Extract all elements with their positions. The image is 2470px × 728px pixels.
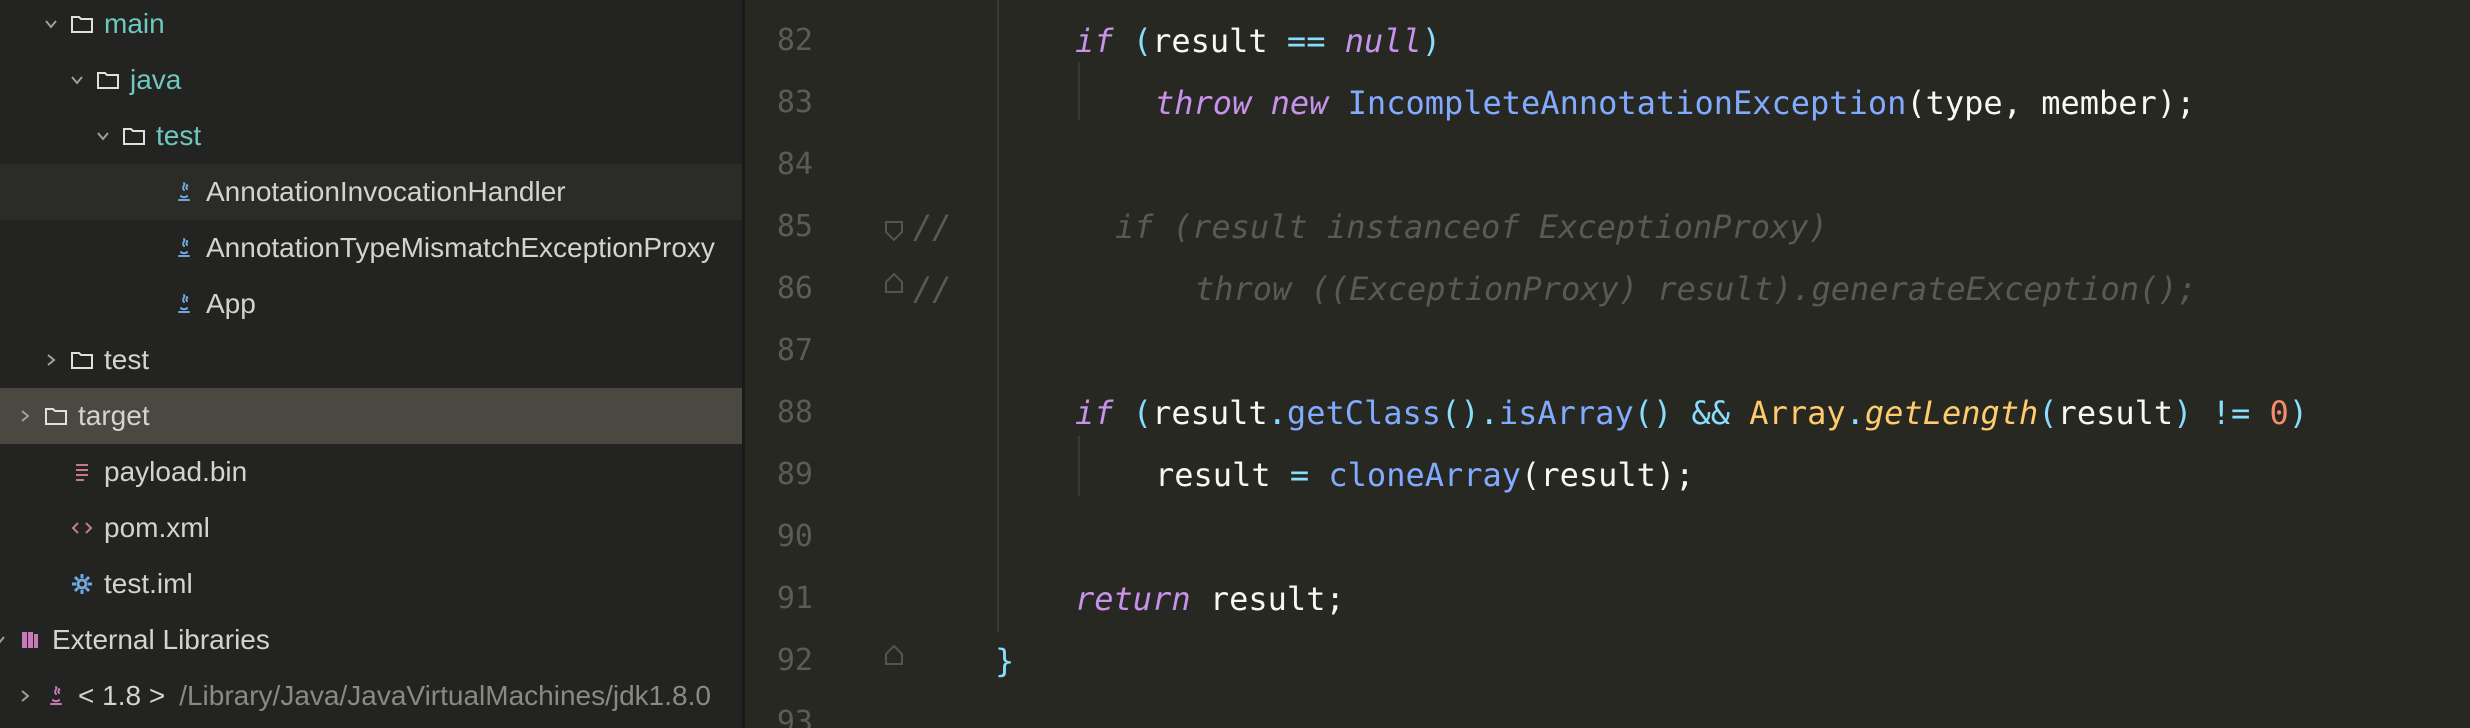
code-line-92: } [995, 642, 1015, 680]
tree-item-label: test.iml [104, 568, 193, 599]
indent-guide [997, 0, 999, 632]
line-number: 92 [776, 643, 813, 678]
code-line-83: throw new IncompleteAnnotationException(… [1155, 84, 2196, 122]
code-line-86: // [913, 270, 952, 308]
line-number: 83 [776, 85, 813, 120]
chevron-down-icon[interactable] [0, 612, 12, 668]
tree-item-label: pom.xml [104, 512, 210, 543]
java-class-icon [170, 164, 198, 220]
tree-item-label: AnnotationInvocationHandler [206, 176, 566, 207]
line-number: 84 [776, 147, 813, 182]
chevron-right-icon[interactable] [12, 668, 38, 724]
tree-item-label: target [78, 400, 150, 431]
tree-item-annotationtypemismatchexceptionproxy[interactable]: AnnotationTypeMismatchExceptionProxy [0, 220, 742, 276]
chevron-down-icon[interactable] [64, 52, 90, 108]
java-sdk-icon [42, 668, 70, 724]
tree-item-external-libraries[interactable]: External Libraries [0, 612, 742, 668]
fold-end-icon[interactable] [883, 644, 905, 666]
java-class-icon [170, 276, 198, 332]
line-number: 87 [776, 333, 813, 368]
line-number: 89 [776, 457, 813, 492]
tree-item-test[interactable]: test [0, 108, 742, 164]
fold-start-icon[interactable] [883, 220, 905, 242]
chevron-down-icon[interactable] [90, 108, 116, 164]
text-file-icon [68, 444, 96, 500]
java-class-icon [170, 220, 198, 276]
folder-icon [68, 332, 96, 388]
tree-item-label: External Libraries [52, 624, 270, 655]
code-line-85-text: if (result instanceof ExceptionProxy) [1115, 208, 1828, 246]
gear-icon [68, 556, 96, 612]
line-number: 88 [776, 395, 813, 430]
chevron-down-icon[interactable] [38, 0, 64, 52]
folder-icon [120, 108, 148, 164]
tree-item-test-iml[interactable]: test.iml [0, 556, 742, 612]
code-line-85: // [913, 208, 952, 246]
line-number: 93 [776, 705, 813, 728]
folder-icon [42, 388, 70, 444]
tree-item-label: test [104, 344, 150, 375]
code-line-86-text: throw ((ExceptionProxy) result).generate… [1195, 270, 2197, 308]
tree-item-annotationinvocationhandler[interactable]: AnnotationInvocationHandler [0, 164, 742, 220]
code-line-88: if (result.getClass().isArray() && Array… [1075, 394, 2308, 432]
project-tree-panel: main java test AnnotationInvocationHandler A… [0, 0, 742, 728]
tree-item-target[interactable]: target [0, 388, 742, 444]
line-number: 85 [776, 209, 813, 244]
tree-item-label: main [104, 8, 165, 39]
code-line-89: result = cloneArray(result); [1155, 456, 1695, 494]
indent-guide [1078, 436, 1080, 496]
chevron-right-icon[interactable] [12, 388, 38, 444]
line-number: 90 [776, 519, 813, 554]
tree-item-label: < 1.8 > [78, 680, 166, 711]
code-line-82: if (result == null) [1075, 22, 1442, 60]
xml-file-icon [68, 500, 96, 556]
tree-item-payload-bin[interactable]: payload.bin [0, 444, 742, 500]
library-icon [16, 612, 44, 668]
chevron-right-icon[interactable] [38, 332, 64, 388]
folder-icon [68, 0, 96, 52]
tree-item-label: AnnotationTypeMismatchExceptionProxy [206, 232, 715, 263]
library-path: /Library/Java/JavaVirtualMachines/jdk1.8… [179, 680, 711, 711]
tree-item-label: test [156, 120, 202, 151]
fold-end-icon[interactable] [883, 272, 905, 294]
tree-item-label: payload.bin [104, 456, 248, 487]
tree-item-label: java [130, 64, 182, 95]
line-number: 86 [776, 271, 813, 306]
line-number: 82 [776, 23, 813, 58]
tree-item-pom-xml[interactable]: pom.xml [0, 500, 742, 556]
tree-item-app[interactable]: App [0, 276, 742, 332]
code-line-91: return result; [1075, 580, 1345, 618]
tree-item-1-8[interactable]: < 1.8 > /Library/Java/JavaVirtualMachines… [0, 668, 742, 724]
line-number: 91 [776, 581, 813, 616]
tree-item-java[interactable]: java [0, 52, 742, 108]
tree-item-main[interactable]: main [0, 0, 742, 52]
tree-item-label: App [206, 288, 256, 319]
code-editor[interactable]: 82 83 84 85 86 87 88 89 90 91 92 93 if (… [745, 0, 2470, 728]
tree-item-test[interactable]: test [0, 332, 742, 388]
folder-icon [94, 52, 122, 108]
